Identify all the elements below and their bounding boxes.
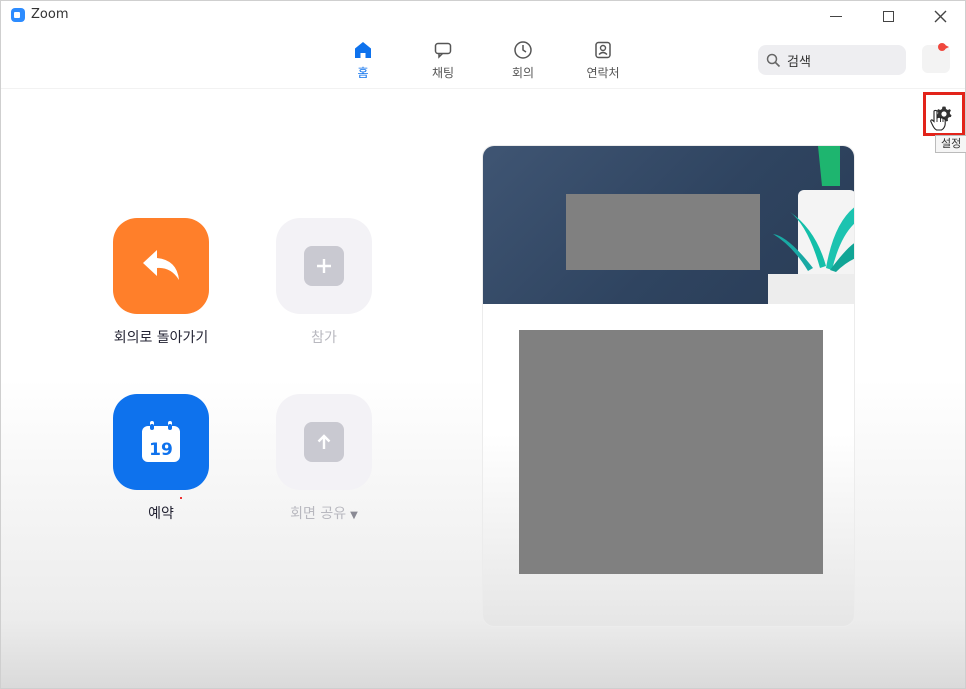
- title-bar: Zoom: [1, 1, 965, 31]
- calendar-date: 19: [149, 440, 173, 460]
- share-screen-label[interactable]: 회면 공유 ▼: [244, 503, 404, 523]
- schedule-button[interactable]: 19: [113, 394, 209, 490]
- redacted-meeting-list: [519, 330, 823, 574]
- back-to-meeting-button[interactable]: [113, 218, 209, 314]
- card-header: [483, 146, 854, 304]
- search-box[interactable]: [758, 45, 906, 75]
- tab-chat[interactable]: 채팅: [403, 39, 483, 85]
- search-icon: [766, 53, 781, 67]
- minimize-icon: [830, 15, 842, 17]
- top-navigation: 홈 채팅 회의 연락처: [1, 31, 965, 89]
- reply-arrow-icon: [143, 250, 179, 280]
- plus-icon: [304, 246, 344, 286]
- upload-arrow-icon: [304, 422, 344, 462]
- maximize-icon: [882, 10, 894, 22]
- join-button[interactable]: [276, 218, 372, 314]
- clock-icon: [512, 39, 534, 61]
- app-title: Zoom: [31, 7, 69, 22]
- back-to-meeting-label: 회의로 돌아가기: [113, 330, 209, 346]
- chevron-down-icon[interactable]: ▼: [350, 510, 358, 521]
- redacted-clock: [566, 194, 760, 270]
- tab-contacts-label: 연락처: [586, 66, 620, 80]
- tab-meetings[interactable]: 회의: [483, 39, 563, 85]
- share-screen-text: 회면 공유: [290, 506, 347, 522]
- chat-icon: [432, 39, 454, 61]
- search-input[interactable]: [787, 52, 897, 68]
- tab-chat-label: 채팅: [431, 66, 455, 80]
- tab-home[interactable]: 홈: [323, 39, 403, 85]
- red-mark: [180, 497, 182, 499]
- zoom-logo-icon: [11, 8, 25, 22]
- tab-home-label: 홈: [357, 66, 369, 80]
- home-icon: [352, 39, 374, 61]
- contacts-icon: [592, 39, 614, 61]
- tab-contacts[interactable]: 연락처: [563, 39, 643, 85]
- calendar-icon: 19: [142, 421, 180, 462]
- share-screen-button[interactable]: [276, 394, 372, 490]
- minimize-button[interactable]: [813, 1, 859, 31]
- close-icon: [934, 10, 946, 22]
- settings-tooltip: 설정: [935, 135, 966, 153]
- tab-meetings-label: 회의: [511, 66, 535, 80]
- zoom-window: Zoom 홈 채팅 회의 연락처 검색 설정 회의로 돌아가기 참가 19 예약…: [0, 0, 966, 689]
- video-status-icon: [938, 43, 949, 51]
- maximize-button[interactable]: [865, 1, 911, 31]
- join-label: 참가: [311, 330, 337, 346]
- plant-illustration-icon: [768, 146, 854, 304]
- meeting-card: [482, 145, 855, 627]
- close-button[interactable]: [917, 1, 963, 31]
- schedule-label: 예약: [148, 506, 174, 522]
- hand-cursor-icon: [930, 109, 946, 131]
- avatar[interactable]: [922, 45, 950, 73]
